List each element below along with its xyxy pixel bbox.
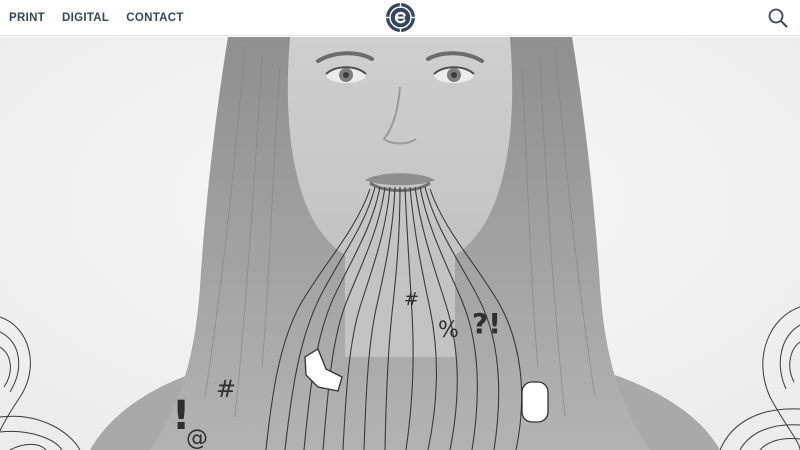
glyph-at: @ <box>186 426 208 450</box>
nav-print[interactable]: PRINT <box>9 11 45 25</box>
hero-image: ! @ # % ?! # <box>0 37 800 450</box>
nav-contact[interactable]: CONTACT <box>126 11 183 25</box>
hero-illustration: ! @ # % ?! # <box>0 37 800 450</box>
site-header: PRINT DIGITAL CONTACT <box>0 0 800 36</box>
glyph-hash: # <box>216 375 236 403</box>
main-nav: PRINT DIGITAL CONTACT <box>9 11 184 25</box>
bottle-doodle <box>521 381 549 423</box>
nav-digital[interactable]: DIGITAL <box>62 11 109 25</box>
search-icon[interactable] <box>767 7 789 29</box>
glyph-percent: % <box>438 318 459 343</box>
glyph-hash-small: # <box>404 289 419 310</box>
logo-icon[interactable] <box>385 2 416 33</box>
glyph-interrobang: ?! <box>472 307 501 340</box>
